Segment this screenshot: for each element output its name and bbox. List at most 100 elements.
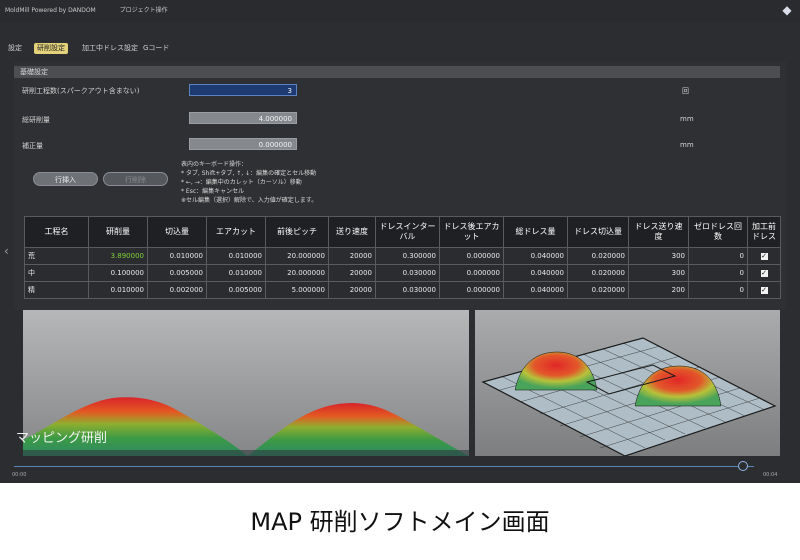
table-cell[interactable]: 0.000000: [439, 264, 504, 282]
process-table: 工程名 研削量 切込量 エアカット 前後ピッチ 送り速度 ドレスインターバル ド…: [24, 216, 781, 299]
help-line: ※セル編集（選択）解除で、入力値が確定します。: [181, 197, 318, 204]
help-line: 表内のキーボード操作：: [181, 161, 248, 168]
tab-in-process-dress[interactable]: 加工中ドレス設定: [79, 43, 141, 54]
table-cell[interactable]: 0.020000: [567, 247, 629, 265]
col-header[interactable]: ドレスインターバル: [375, 216, 440, 248]
table-cell[interactable]: 3.890000: [88, 247, 148, 265]
table-cell[interactable]: 0: [688, 281, 748, 299]
table-cell[interactable]: 20000: [328, 264, 376, 282]
process-count-field[interactable]: 3: [189, 84, 297, 96]
timeline-slider[interactable]: [14, 466, 754, 467]
col-header[interactable]: ドレス切込量: [567, 216, 629, 248]
table-cell[interactable]: 0.020000: [567, 264, 629, 282]
table-cell[interactable]: 0: [688, 264, 748, 282]
total-grind-unit: mm: [680, 115, 694, 123]
col-header[interactable]: 送り速度: [328, 216, 376, 248]
col-header[interactable]: ドレス後エアカット: [439, 216, 504, 248]
table-cell[interactable]: 0.020000: [567, 281, 629, 299]
pre-dress-checkbox[interactable]: ✓: [760, 253, 768, 260]
tab-gcode[interactable]: Gコード: [140, 43, 172, 54]
table-cell[interactable]: 5.000000: [265, 281, 329, 299]
mesh-iso-render: [481, 337, 777, 456]
basic-settings-header: 基礎設定: [14, 66, 780, 78]
correction-label: 補正量: [22, 142, 43, 150]
process-name-cell[interactable]: 精: [24, 281, 89, 299]
chevron-left-icon[interactable]: ‹: [4, 244, 9, 258]
table-cell[interactable]: 0.005000: [206, 281, 266, 299]
table-row: 精 0.010000 0.002000 0.005000 5.000000 20…: [24, 281, 781, 299]
viewport-iso-view[interactable]: [475, 310, 780, 456]
table-cell[interactable]: 0.010000: [206, 247, 266, 265]
table-cell[interactable]: 0.010000: [147, 247, 207, 265]
table-cell[interactable]: 0.040000: [503, 264, 568, 282]
app-logo-icon[interactable]: ◆: [780, 3, 794, 17]
tab-bar: 設定 研削設定 加工中ドレス設定 Gコード: [0, 40, 800, 58]
table-cell[interactable]: 200: [628, 281, 689, 299]
tab-grinding-settings[interactable]: 研削設定: [34, 43, 68, 54]
table-cell[interactable]: 20000: [328, 247, 376, 265]
delete-row-button[interactable]: 行削除: [103, 172, 168, 186]
table-header-row: 工程名 研削量 切込量 エアカット 前後ピッチ 送り速度 ドレスインターバル ド…: [24, 216, 781, 248]
col-header[interactable]: ゼロドレス回数: [688, 216, 748, 248]
section-title: 基礎設定: [20, 68, 48, 76]
table-cell[interactable]: 0.030000: [375, 264, 440, 282]
total-grind-field[interactable]: 4.000000: [189, 112, 297, 124]
table-row: 荒 3.890000 0.010000 0.010000 20.000000 2…: [24, 247, 781, 265]
col-header[interactable]: 研削量: [88, 216, 148, 248]
correction-unit: mm: [680, 141, 694, 149]
process-count-unit: 回: [682, 87, 689, 95]
process-name-cell[interactable]: 中: [24, 264, 89, 282]
project-menu[interactable]: プロジェクト操作: [120, 7, 168, 14]
process-name-cell[interactable]: 荒: [24, 247, 89, 265]
col-header[interactable]: 加工前ドレス: [747, 216, 781, 248]
col-header[interactable]: ドレス送り速度: [628, 216, 689, 248]
table-cell[interactable]: 0.010000: [206, 264, 266, 282]
table-cell[interactable]: 0.005000: [147, 264, 207, 282]
window-title: MoldMill Powered by DANDOM プロジェクト操作: [5, 5, 190, 14]
help-line: * ←, →：編集中のカレット（カーソル）移動: [181, 179, 302, 186]
pre-dress-cell: ✓: [747, 264, 781, 282]
timeline-end-label: 00:04: [763, 472, 778, 478]
table-cell[interactable]: 0.100000: [88, 264, 148, 282]
table-cell[interactable]: 300: [628, 264, 689, 282]
col-header[interactable]: エアカット: [206, 216, 266, 248]
col-header[interactable]: 工程名: [24, 216, 89, 248]
col-header[interactable]: 切込量: [147, 216, 207, 248]
table-cell[interactable]: 0: [688, 247, 748, 265]
bump-right: [248, 403, 469, 456]
col-header[interactable]: 前後ピッチ: [265, 216, 329, 248]
table-cell[interactable]: 20.000000: [265, 264, 329, 282]
mapping-grinding-label: マッピング研削: [16, 431, 108, 446]
table-cell[interactable]: 300: [628, 247, 689, 265]
table-cell[interactable]: 0.300000: [375, 247, 440, 265]
col-header[interactable]: 総ドレス量: [503, 216, 568, 248]
tab-settings[interactable]: 設定: [5, 43, 25, 54]
total-grind-label: 総研削量: [22, 116, 50, 124]
figure-caption: MAP 研削ソフトメイン画面: [250, 508, 550, 536]
table-cell[interactable]: 0.000000: [439, 281, 504, 299]
correction-field[interactable]: 0.000000: [189, 138, 297, 150]
table-cell[interactable]: 0.000000: [439, 247, 504, 265]
app-title: MoldMill Powered by DANDOM: [5, 7, 96, 14]
pre-dress-checkbox[interactable]: ✓: [760, 287, 768, 294]
title-bar: MoldMill Powered by DANDOM プロジェクト操作 ◆: [0, 0, 800, 22]
help-line: * タブ, Shift+タブ, ↑, ↓：編集の確定とセル移動: [181, 170, 317, 177]
table-cell[interactable]: 0.010000: [88, 281, 148, 299]
process-count-label: 研削工程数(スパークアウト含まない): [22, 87, 140, 95]
table-cell[interactable]: 0.030000: [375, 281, 440, 299]
pre-dress-checkbox[interactable]: ✓: [760, 270, 768, 277]
table-cell[interactable]: 0.040000: [503, 281, 568, 299]
timeline-start-label: 00:00: [12, 472, 27, 478]
keyboard-help: 表内のキーボード操作： * タブ, Shift+タブ, ↑, ↓：編集の確定とセ…: [181, 160, 317, 205]
table-row: 中 0.100000 0.005000 0.010000 20.000000 2…: [24, 264, 781, 282]
timeline-slider-thumb[interactable]: [738, 461, 748, 471]
table-cell[interactable]: 0.040000: [503, 247, 568, 265]
app-screen: MoldMill Powered by DANDOM プロジェクト操作 ◆ 設定…: [0, 0, 800, 483]
pre-dress-cell: ✓: [747, 281, 781, 299]
pre-dress-cell: ✓: [747, 247, 781, 265]
table-cell[interactable]: 20000: [328, 281, 376, 299]
mesh-base: [481, 337, 777, 456]
table-cell[interactable]: 0.002000: [147, 281, 207, 299]
table-cell[interactable]: 20.000000: [265, 247, 329, 265]
insert-row-button[interactable]: 行挿入: [33, 172, 98, 186]
